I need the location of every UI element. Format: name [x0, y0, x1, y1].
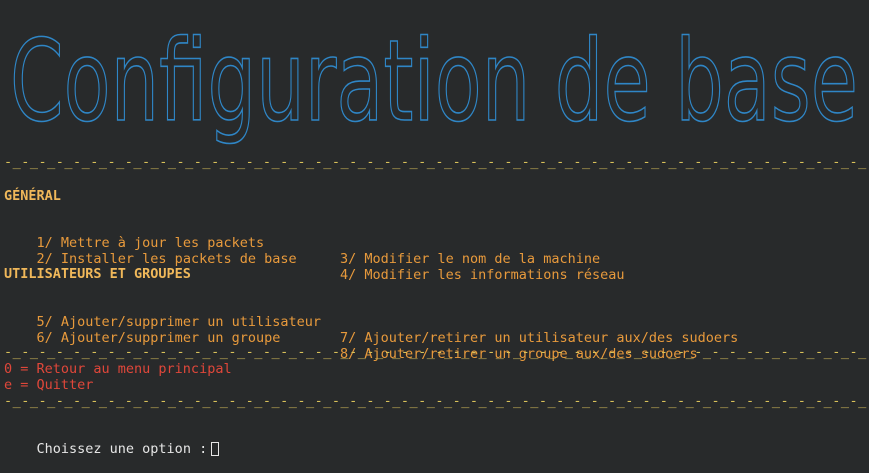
- menu-option-quit[interactable]: e = Quitter: [4, 377, 93, 393]
- prompt-label: Choissez une option :: [36, 441, 208, 457]
- ascii-banner: Configuration de base: [4, 12, 866, 152]
- separator-top: -_-_-_-_-_-_-_-_-_-_-_-_-_-_-_-_-_-_-_-_…: [4, 154, 869, 170]
- section-heading-general: GÉNÉRAL: [4, 188, 61, 204]
- menu-option-back[interactable]: 0 = Retour au menu principal: [4, 361, 232, 377]
- prompt-line: Choissez une option :: [4, 425, 220, 473]
- banner-title: Configuration de base: [10, 17, 858, 147]
- input-cursor[interactable]: [211, 442, 220, 456]
- menu-option-3[interactable]: 3/ Modifier le nom de la machine: [340, 251, 600, 267]
- terminal-window: Configuration de base -_-_-_-_-_-_-_-_-_…: [4, 0, 869, 457]
- separator-bottom: -_-_-_-_-_-_-_-_-_-_-_-_-_-_-_-_-_-_-_-_…: [4, 393, 869, 409]
- section-heading-users: UTILISATEURS ET GROUPES: [4, 266, 191, 282]
- ascii-banner-art: Configuration de base: [9, 16, 859, 148]
- menu-option-4[interactable]: 4/ Modifier les informations réseau: [340, 267, 624, 283]
- separator-middle: -_-_-_-_-_-_-_-_-_-_-_-_-_-_-_-_-_-_-_-_…: [4, 344, 869, 360]
- menu-option-2[interactable]: 2/ Installer les packets de base: [37, 251, 297, 267]
